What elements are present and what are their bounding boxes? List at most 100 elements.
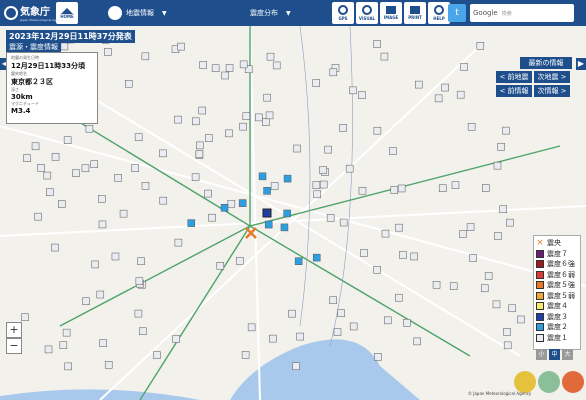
station-marker[interactable] [397, 184, 406, 193]
station-marker[interactable] [270, 182, 279, 190]
station-marker[interactable] [208, 213, 216, 222]
station-marker[interactable] [441, 83, 449, 92]
station-marker[interactable] [242, 112, 251, 121]
station-marker[interactable] [153, 351, 161, 359]
station-marker[interactable] [58, 200, 66, 208]
station-marker[interactable] [410, 252, 418, 261]
station-marker[interactable] [119, 209, 128, 218]
station-marker[interactable] [506, 218, 514, 227]
station-marker[interactable] [98, 220, 107, 229]
station-marker[interactable] [141, 182, 150, 190]
station-marker[interactable] [494, 232, 502, 240]
station-marker[interactable] [503, 341, 512, 350]
print-button[interactable]: PRINT [404, 2, 426, 24]
station-marker[interactable] [195, 150, 204, 158]
station-marker[interactable] [62, 328, 71, 337]
station-marker[interactable] [247, 323, 256, 332]
station-marker[interactable] [99, 339, 107, 347]
station-marker[interactable] [134, 309, 143, 318]
station-marker[interactable] [59, 341, 68, 349]
station-marker[interactable] [403, 319, 411, 327]
station-marker[interactable] [98, 195, 106, 203]
guide-book-button[interactable] [562, 371, 584, 393]
station-marker[interactable] [81, 164, 90, 173]
station-marker[interactable] [196, 141, 204, 150]
station-marker[interactable] [96, 290, 105, 299]
station-marker[interactable] [204, 189, 212, 198]
station-marker[interactable] [262, 118, 270, 126]
station-marker[interactable] [191, 117, 200, 126]
station-marker[interactable] [198, 106, 206, 115]
station-marker[interactable] [373, 40, 381, 48]
station-marker[interactable] [283, 209, 291, 218]
station-marker[interactable] [37, 164, 45, 172]
station-marker[interactable] [358, 187, 367, 195]
station-marker[interactable] [395, 293, 403, 302]
station-marker[interactable] [339, 218, 348, 227]
station-marker[interactable] [459, 230, 467, 238]
station-marker[interactable] [358, 91, 366, 99]
station-marker[interactable] [434, 94, 443, 103]
jma-logo[interactable]: 気象庁 [0, 0, 54, 26]
station-marker[interactable] [211, 64, 220, 72]
station-marker[interactable] [272, 61, 281, 70]
station-marker[interactable] [460, 63, 468, 71]
station-marker[interactable] [239, 60, 248, 69]
station-marker[interactable] [451, 181, 460, 189]
station-marker[interactable] [90, 160, 99, 168]
station-marker[interactable] [319, 180, 328, 189]
station-marker[interactable] [313, 190, 321, 199]
station-marker[interactable] [44, 345, 53, 354]
station-marker[interactable] [294, 257, 303, 265]
station-marker[interactable] [266, 52, 275, 61]
station-marker[interactable] [381, 229, 390, 238]
station-marker[interactable] [187, 219, 196, 227]
station-marker[interactable] [503, 328, 511, 336]
station-marker[interactable] [255, 113, 263, 122]
station-marker[interactable] [449, 282, 458, 290]
station-marker[interactable] [319, 166, 327, 174]
station-marker[interactable] [63, 136, 72, 144]
station-marker[interactable] [456, 90, 465, 99]
station-marker[interactable] [312, 79, 320, 87]
station-marker[interactable] [114, 174, 122, 182]
station-marker[interactable] [349, 322, 358, 331]
station-marker[interactable] [280, 223, 289, 232]
station-marker[interactable] [159, 196, 168, 205]
menu-intensity-distribution[interactable]: 震度分布 ▼ [250, 0, 291, 26]
latest-info-button[interactable]: 最新の情報 [520, 57, 572, 69]
station-marker[interactable] [312, 181, 321, 189]
station-marker[interactable] [292, 362, 300, 370]
station-marker[interactable] [480, 284, 489, 293]
station-marker[interactable] [438, 184, 447, 192]
station-marker[interactable] [395, 223, 403, 232]
search-input[interactable]: Google 検索 [470, 4, 574, 22]
station-marker[interactable] [225, 64, 234, 72]
station-marker[interactable] [72, 169, 80, 177]
station-marker[interactable] [380, 52, 389, 61]
station-marker[interactable] [216, 262, 225, 270]
station-marker[interactable] [264, 220, 273, 229]
station-marker[interactable] [499, 205, 507, 214]
station-marker[interactable] [349, 86, 357, 95]
station-marker[interactable] [493, 161, 502, 170]
station-marker[interactable] [239, 122, 247, 131]
prev-info-button[interactable]: < 前情報 [496, 85, 532, 97]
size-medium-button[interactable]: 中 [549, 349, 560, 360]
station-marker[interactable] [205, 134, 213, 142]
station-marker[interactable] [134, 133, 143, 141]
station-marker[interactable] [225, 129, 233, 138]
station-marker[interactable] [241, 351, 250, 359]
twitter-button[interactable]: t [448, 4, 466, 22]
station-marker[interactable] [82, 297, 90, 306]
station-marker[interactable] [265, 111, 274, 120]
station-marker[interactable] [263, 187, 271, 195]
station-marker[interactable] [34, 212, 42, 221]
station-marker[interactable] [177, 42, 185, 51]
station-marker[interactable] [482, 184, 490, 192]
station-marker[interactable] [508, 304, 516, 313]
station-marker[interactable] [383, 316, 392, 325]
station-marker[interactable] [23, 154, 31, 162]
menu-earthquake-info[interactable]: 地震情報 ▼ [108, 0, 167, 26]
gps-button[interactable]: GPS [332, 2, 354, 24]
